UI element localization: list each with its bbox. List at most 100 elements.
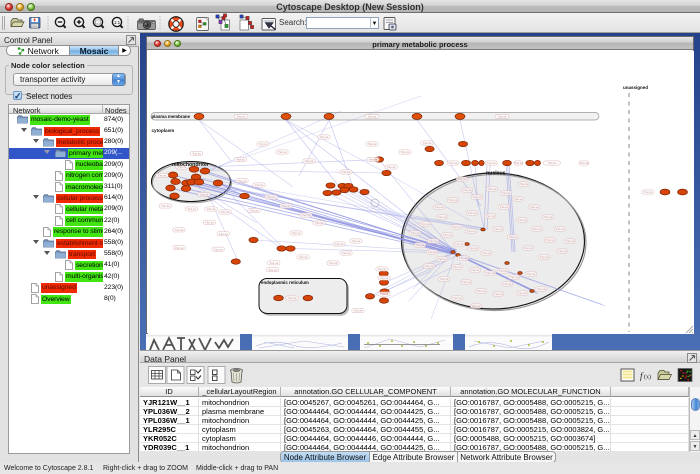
svg-text:Yxx xx: Yxx xx xyxy=(527,272,536,276)
svg-text:mitochondrion: mitochondrion xyxy=(172,162,208,168)
svg-text:1:1: 1:1 xyxy=(114,20,121,25)
svg-text:Yxx xx: Yxx xx xyxy=(487,161,496,165)
svg-text:Yxx xx: Yxx xx xyxy=(401,150,410,154)
svg-text:Yxx xx: Yxx xx xyxy=(207,207,216,211)
svg-text:Yxx xx: Yxx xx xyxy=(558,249,567,253)
svg-text:Yxx xx: Yxx xx xyxy=(462,280,471,284)
svg-text:Yxx xx: Yxx xx xyxy=(469,246,478,250)
svg-text:Yxx xx: Yxx xx xyxy=(175,246,184,250)
svg-text:Yxx xx: Yxx xx xyxy=(473,195,482,199)
svg-text:Yxx xx: Yxx xx xyxy=(268,268,277,272)
svg-text:Yxx xx: Yxx xx xyxy=(288,296,297,300)
svg-text:Yxx xx: Yxx xx xyxy=(438,215,447,219)
svg-text:unassigned: unassigned xyxy=(623,85,648,90)
svg-text:Yxx xx: Yxx xx xyxy=(468,211,477,215)
svg-text:Yxx xx: Yxx xx xyxy=(556,227,565,231)
svg-text:Yxx xx: Yxx xx xyxy=(488,187,497,191)
svg-text:cytoplasm: cytoplasm xyxy=(152,128,175,133)
svg-text:Yxx xx: Yxx xx xyxy=(250,209,259,213)
svg-text:Yxx xx: Yxx xx xyxy=(533,227,542,231)
svg-text:plasma membrane: plasma membrane xyxy=(152,114,191,119)
svg-text:Yxx xx: Yxx xx xyxy=(482,251,491,255)
svg-text:Yxx xx: Yxx xx xyxy=(429,239,438,243)
svg-text:Yxx xx: Yxx xx xyxy=(518,291,527,295)
svg-text:Yxx xx: Yxx xx xyxy=(449,161,458,165)
svg-text:Yxx xx: Yxx xx xyxy=(416,243,425,247)
svg-text:Yxx xx: Yxx xx xyxy=(644,190,653,194)
svg-text:Yxx xx: Yxx xx xyxy=(187,207,196,211)
svg-text:Yxx xx: Yxx xx xyxy=(510,275,519,279)
svg-text:Yxx xx: Yxx xx xyxy=(342,170,351,174)
svg-text:Yxx xx: Yxx xx xyxy=(158,174,167,178)
svg-text:Yxx xx: Yxx xx xyxy=(503,282,512,286)
svg-text:Yxx xx: Yxx xx xyxy=(494,227,503,231)
svg-text:Yxx xx: Yxx xx xyxy=(458,177,467,181)
svg-text:Yxx xx: Yxx xx xyxy=(502,191,511,195)
svg-text:Yxx xx: Yxx xx xyxy=(205,221,214,225)
svg-text:Yxx xx: Yxx xx xyxy=(428,250,437,254)
svg-text:Yxx xx: Yxx xx xyxy=(267,195,276,199)
svg-text:Yxx xx: Yxx xx xyxy=(219,232,228,236)
svg-text:Yxx xx: Yxx xx xyxy=(500,205,509,209)
svg-text:Yxx xx: Yxx xx xyxy=(255,183,264,187)
svg-text:Yxx xx: Yxx xx xyxy=(161,204,170,208)
svg-text:Yxx xx: Yxx xx xyxy=(335,242,344,246)
svg-text:Yxx xx: Yxx xx xyxy=(467,229,476,233)
svg-text:Yxx xx: Yxx xx xyxy=(425,264,434,268)
svg-text:Yxx xx: Yxx xx xyxy=(237,115,246,119)
svg-text:Yxx xx: Yxx xx xyxy=(354,309,363,313)
svg-text:Yxx xx: Yxx xx xyxy=(463,188,472,192)
svg-text:Yxx xx: Yxx xx xyxy=(548,161,557,165)
svg-text:Yxx xx: Yxx xx xyxy=(524,246,533,250)
svg-text:nucleus: nucleus xyxy=(486,171,506,177)
svg-text:Yxx xx: Yxx xx xyxy=(214,247,223,251)
svg-text:(x): (x) xyxy=(644,374,651,381)
svg-text:Yxx xx: Yxx xx xyxy=(174,228,183,232)
svg-text:Yxx xx: Yxx xx xyxy=(342,251,351,255)
svg-text:Yxx xx: Yxx xx xyxy=(453,265,462,269)
svg-text:Yxx xx: Yxx xx xyxy=(315,221,324,225)
svg-text:Yxx xx: Yxx xx xyxy=(380,276,389,280)
svg-text:Yxx xx: Yxx xx xyxy=(453,296,462,300)
svg-text:Yxx xx: Yxx xx xyxy=(435,205,444,209)
svg-text:Yxx xx: Yxx xx xyxy=(544,215,553,219)
svg-text:Yxx xx: Yxx xx xyxy=(530,205,539,209)
svg-text:Yxx xx: Yxx xx xyxy=(520,182,529,186)
svg-text:Yxx xx: Yxx xx xyxy=(486,271,495,275)
svg-text:Yxx xx: Yxx xx xyxy=(453,225,462,229)
svg-text:Yxx xx: Yxx xx xyxy=(387,165,396,169)
svg-text:Yxx xx: Yxx xx xyxy=(221,210,230,214)
svg-text:Yxx xx: Yxx xx xyxy=(566,239,575,243)
svg-text:Yxx xx: Yxx xx xyxy=(580,161,589,165)
svg-text:Yxx xx: Yxx xx xyxy=(411,231,420,235)
svg-text:Yxx xx: Yxx xx xyxy=(305,159,314,163)
svg-text:endoplasmic reticulum: endoplasmic reticulum xyxy=(261,280,309,285)
svg-text:Yxx xx: Yxx xx xyxy=(320,135,329,139)
svg-text:Yxx xx: Yxx xx xyxy=(369,158,378,162)
svg-text:Yxx xx: Yxx xx xyxy=(455,242,464,246)
svg-text:Yxx xx: Yxx xx xyxy=(440,277,449,281)
svg-text:Yxx xx: Yxx xx xyxy=(368,142,377,146)
svg-text:Yxx xx: Yxx xx xyxy=(380,292,389,296)
svg-text:Yxx xx: Yxx xx xyxy=(514,197,523,201)
svg-text:Yxx xx: Yxx xx xyxy=(421,222,430,226)
svg-text:Yxx xx: Yxx xx xyxy=(459,256,468,260)
svg-text:Yxx xx: Yxx xx xyxy=(509,235,518,239)
svg-text:Yxx xx: Yxx xx xyxy=(378,267,387,271)
svg-text:Yxx xx: Yxx xx xyxy=(438,257,447,261)
svg-text:Yxx xx: Yxx xx xyxy=(302,213,311,217)
svg-text:Yxx xx: Yxx xx xyxy=(443,233,452,237)
svg-text:Yxx xx: Yxx xx xyxy=(518,218,527,222)
svg-text:Yxx xx: Yxx xx xyxy=(368,115,377,119)
svg-text:Yxx xx: Yxx xx xyxy=(352,239,361,243)
svg-text:Yxx xx: Yxx xx xyxy=(236,158,245,162)
svg-text:Yxx xx: Yxx xx xyxy=(477,289,486,293)
svg-text:Yxx xx: Yxx xx xyxy=(498,115,507,119)
svg-text:Yxx xx: Yxx xx xyxy=(537,287,546,291)
svg-text:Yxx xx: Yxx xx xyxy=(200,193,209,197)
svg-text:Yxx xx: Yxx xx xyxy=(499,269,508,273)
svg-text:Yxx xx: Yxx xx xyxy=(514,161,523,165)
svg-text:Yxx xx: Yxx xx xyxy=(423,141,432,145)
svg-text:Yxx xx: Yxx xx xyxy=(546,238,555,242)
svg-text:Yxx xx: Yxx xx xyxy=(486,214,495,218)
